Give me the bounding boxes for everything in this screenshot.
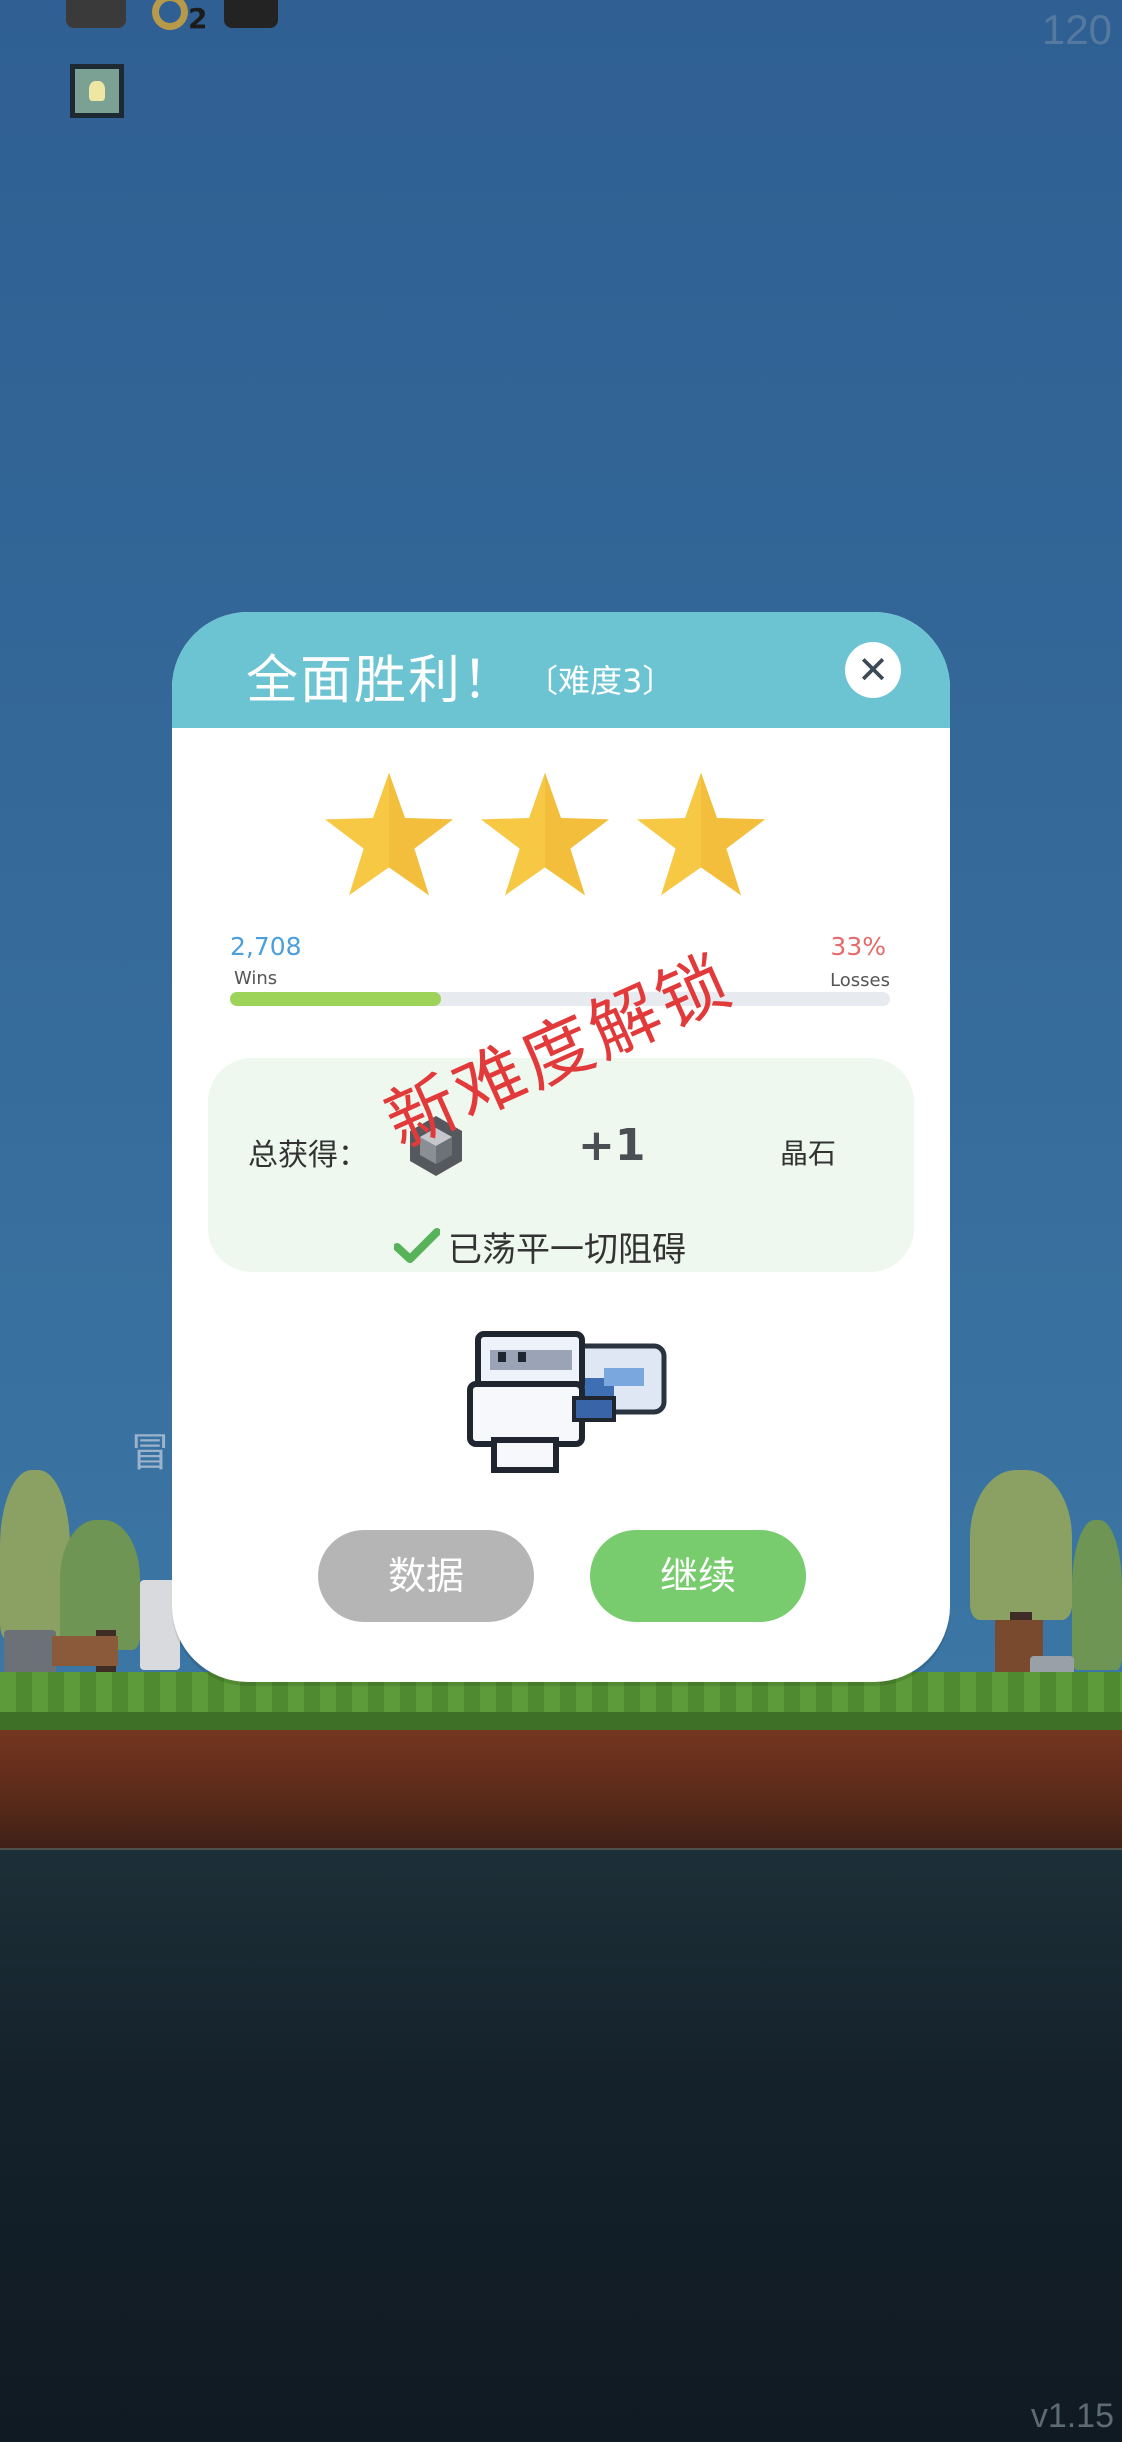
star-rating — [322, 770, 802, 900]
dialog-header: 全面胜利！ 〔难度3〕 ✕ — [172, 612, 950, 728]
background-text: 冒 — [130, 1430, 170, 1476]
close-button[interactable]: ✕ — [845, 642, 901, 698]
star-icon — [637, 772, 765, 896]
hud-items: 2 — [60, 0, 300, 35]
underground — [0, 1850, 1122, 2442]
version-label: v1.15 — [1030, 2397, 1114, 2435]
dirt — [0, 1730, 1122, 1850]
tree — [1072, 1520, 1122, 1670]
wins-count: 2,708 — [230, 932, 302, 961]
fence — [52, 1636, 118, 1666]
victory-dialog: 全面胜利！ 〔难度3〕 ✕ 2,708 Wins 33% Losses 总获得： — [172, 612, 950, 1682]
lightbulb-icon — [89, 81, 105, 101]
knight-character — [467, 1331, 667, 1473]
cleared-message: 已荡平一切阻碍 — [448, 1230, 686, 1270]
bomb-icon — [66, 0, 126, 28]
reward-label: 总获得： — [248, 1138, 368, 1173]
wins-label: Wins — [234, 968, 278, 989]
win-loss-bar-fill — [230, 992, 442, 1006]
close-icon: ✕ — [857, 648, 889, 692]
continue-button[interactable]: 继续 — [590, 1530, 806, 1622]
dialog-title: 全面胜利！ — [246, 651, 517, 711]
buff-icon[interactable] — [70, 64, 124, 118]
cauldron-icon — [224, 0, 278, 28]
reward-unit: 晶石 — [780, 1137, 837, 1170]
star-icon — [325, 772, 453, 896]
checkmark-icon — [394, 1228, 440, 1263]
data-button[interactable]: 数据 — [318, 1530, 534, 1622]
losses-label: Losses — [830, 970, 890, 991]
difficulty-label: 〔难度3〕 — [526, 662, 675, 700]
gravestone — [4, 1630, 56, 1678]
ring-icon — [152, 0, 188, 30]
grass-edge — [0, 1712, 1122, 1732]
tree — [970, 1470, 1072, 1620]
reward-amount: +1 — [578, 1120, 646, 1171]
losses-percent: 33% — [830, 932, 886, 961]
star-icon — [481, 772, 609, 896]
ring-count: 2 — [188, 2, 208, 35]
fps-counter: 120 — [1041, 6, 1112, 53]
